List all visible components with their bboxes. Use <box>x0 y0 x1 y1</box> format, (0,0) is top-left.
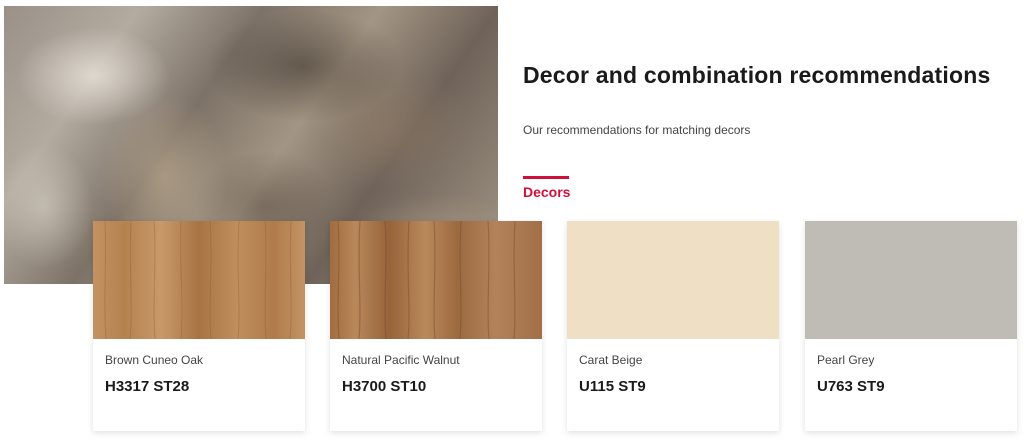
section-subtitle: Our recommendations for matching decors <box>523 123 751 137</box>
decor-swatch-color <box>805 221 1017 339</box>
decor-name: Natural Pacific Walnut <box>342 353 460 367</box>
decor-swatch-image <box>93 221 305 339</box>
decor-code: U115 ST9 <box>579 378 646 395</box>
decor-card-brown-cuneo-oak[interactable]: Brown Cuneo Oak H3317 ST28 <box>93 221 305 431</box>
decor-card-pearl-grey[interactable]: Pearl Grey U763 ST9 <box>805 221 1017 431</box>
decor-swatch-image <box>330 221 542 339</box>
decor-card-natural-pacific-walnut[interactable]: Natural Pacific Walnut H3700 ST10 <box>330 221 542 431</box>
tab-decors[interactable]: Decors <box>523 176 570 200</box>
decor-code: U763 ST9 <box>817 378 885 395</box>
decor-code: H3700 ST10 <box>342 378 427 395</box>
decor-code: H3317 ST28 <box>105 378 190 395</box>
decor-card-carat-beige[interactable]: Carat Beige U115 ST9 <box>567 221 779 431</box>
decor-name: Brown Cuneo Oak <box>105 353 204 367</box>
decor-name: Carat Beige <box>579 353 643 367</box>
decor-swatch-color <box>567 221 779 339</box>
decor-name: Pearl Grey <box>817 353 875 367</box>
section-title: Decor and combination recommendations <box>523 62 991 88</box>
